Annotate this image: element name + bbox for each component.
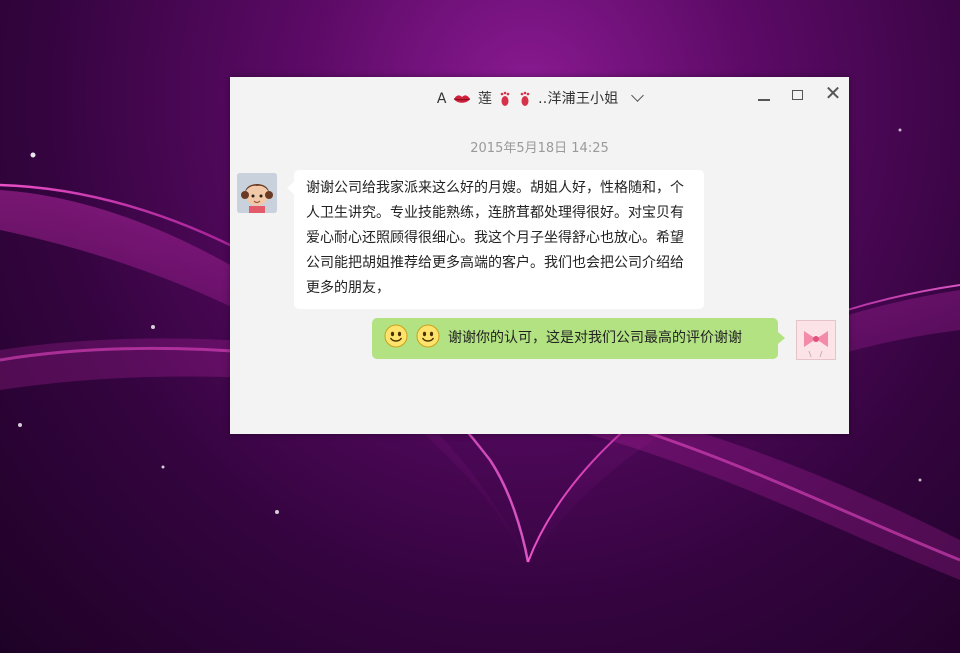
incoming-message-bubble[interactable]: 谢谢公司给我家派来这么好的月嫂。胡姐人好，性格随和，个人卫生讲究。专业技能熟练，… [287, 170, 704, 309]
maximize-button[interactable] [787, 85, 809, 107]
contact-avatar[interactable] [237, 173, 277, 213]
smile-emoji-icon [416, 324, 440, 348]
outgoing-message-bubble[interactable]: 谢谢你的认可，这是对我们公司最高的评价谢谢 [372, 318, 785, 359]
incoming-message-text: 谢谢公司给我家派来这么好的月嫂。胡姐人好，性格随和，个人卫生讲究。专业技能熟练，… [306, 180, 684, 296]
title-prefix: A [436, 91, 447, 107]
footprint-icon [500, 91, 510, 106]
footprint-icon [521, 91, 530, 106]
message-timestamp: 2015年5月18日 14:25 [470, 141, 609, 156]
minimize-button[interactable] [753, 85, 775, 107]
contact-name: 莲 [477, 91, 493, 107]
cartoon-girl-avatar-icon [237, 173, 277, 213]
outgoing-message-text: 谢谢你的认可，这是对我们公司最高的评价谢谢 [448, 330, 742, 346]
lips-icon [454, 95, 471, 103]
contact-suffix: ..洋浦王小姐 [538, 91, 619, 107]
chat-window: A 莲 ..洋浦王小姐 ✕ 2015年5月18日 14:25 谢谢公司给我家派来… [230, 77, 849, 434]
close-button[interactable]: ✕ [822, 83, 844, 105]
smile-emoji-icon [384, 324, 408, 348]
pink-bow-avatar-icon [797, 321, 835, 359]
title-bar[interactable]: A 莲 ..洋浦王小姐 ✕ [230, 77, 849, 119]
chevron-down-icon[interactable] [631, 89, 644, 102]
user-avatar[interactable] [796, 320, 836, 360]
